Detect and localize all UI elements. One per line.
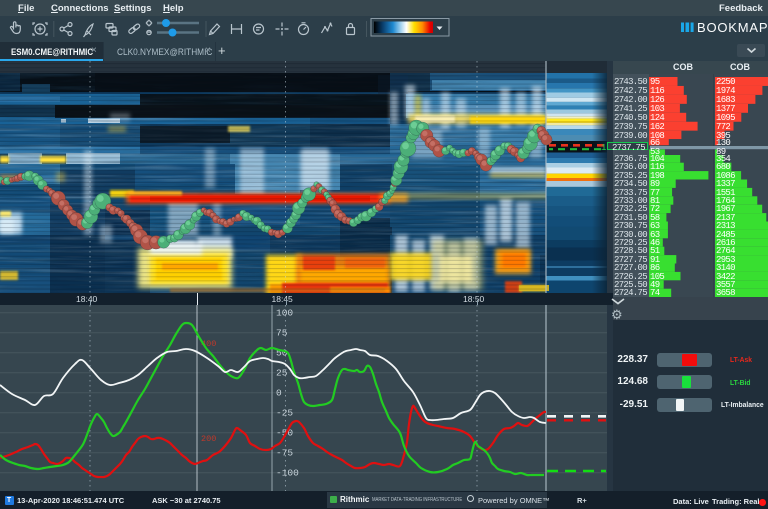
svg-text:200: 200 (201, 434, 216, 444)
svg-text:0: 0 (276, 388, 282, 399)
svg-text:-75: -75 (276, 448, 293, 459)
svg-text:-25: -25 (276, 408, 293, 419)
svg-text:75: 75 (276, 328, 288, 339)
svg-text:25: 25 (276, 368, 288, 379)
svg-text:100: 100 (276, 308, 293, 319)
svg-text:-100: -100 (276, 468, 299, 479)
svg-text:BOOKMAP: BOOKMAP (697, 20, 768, 35)
